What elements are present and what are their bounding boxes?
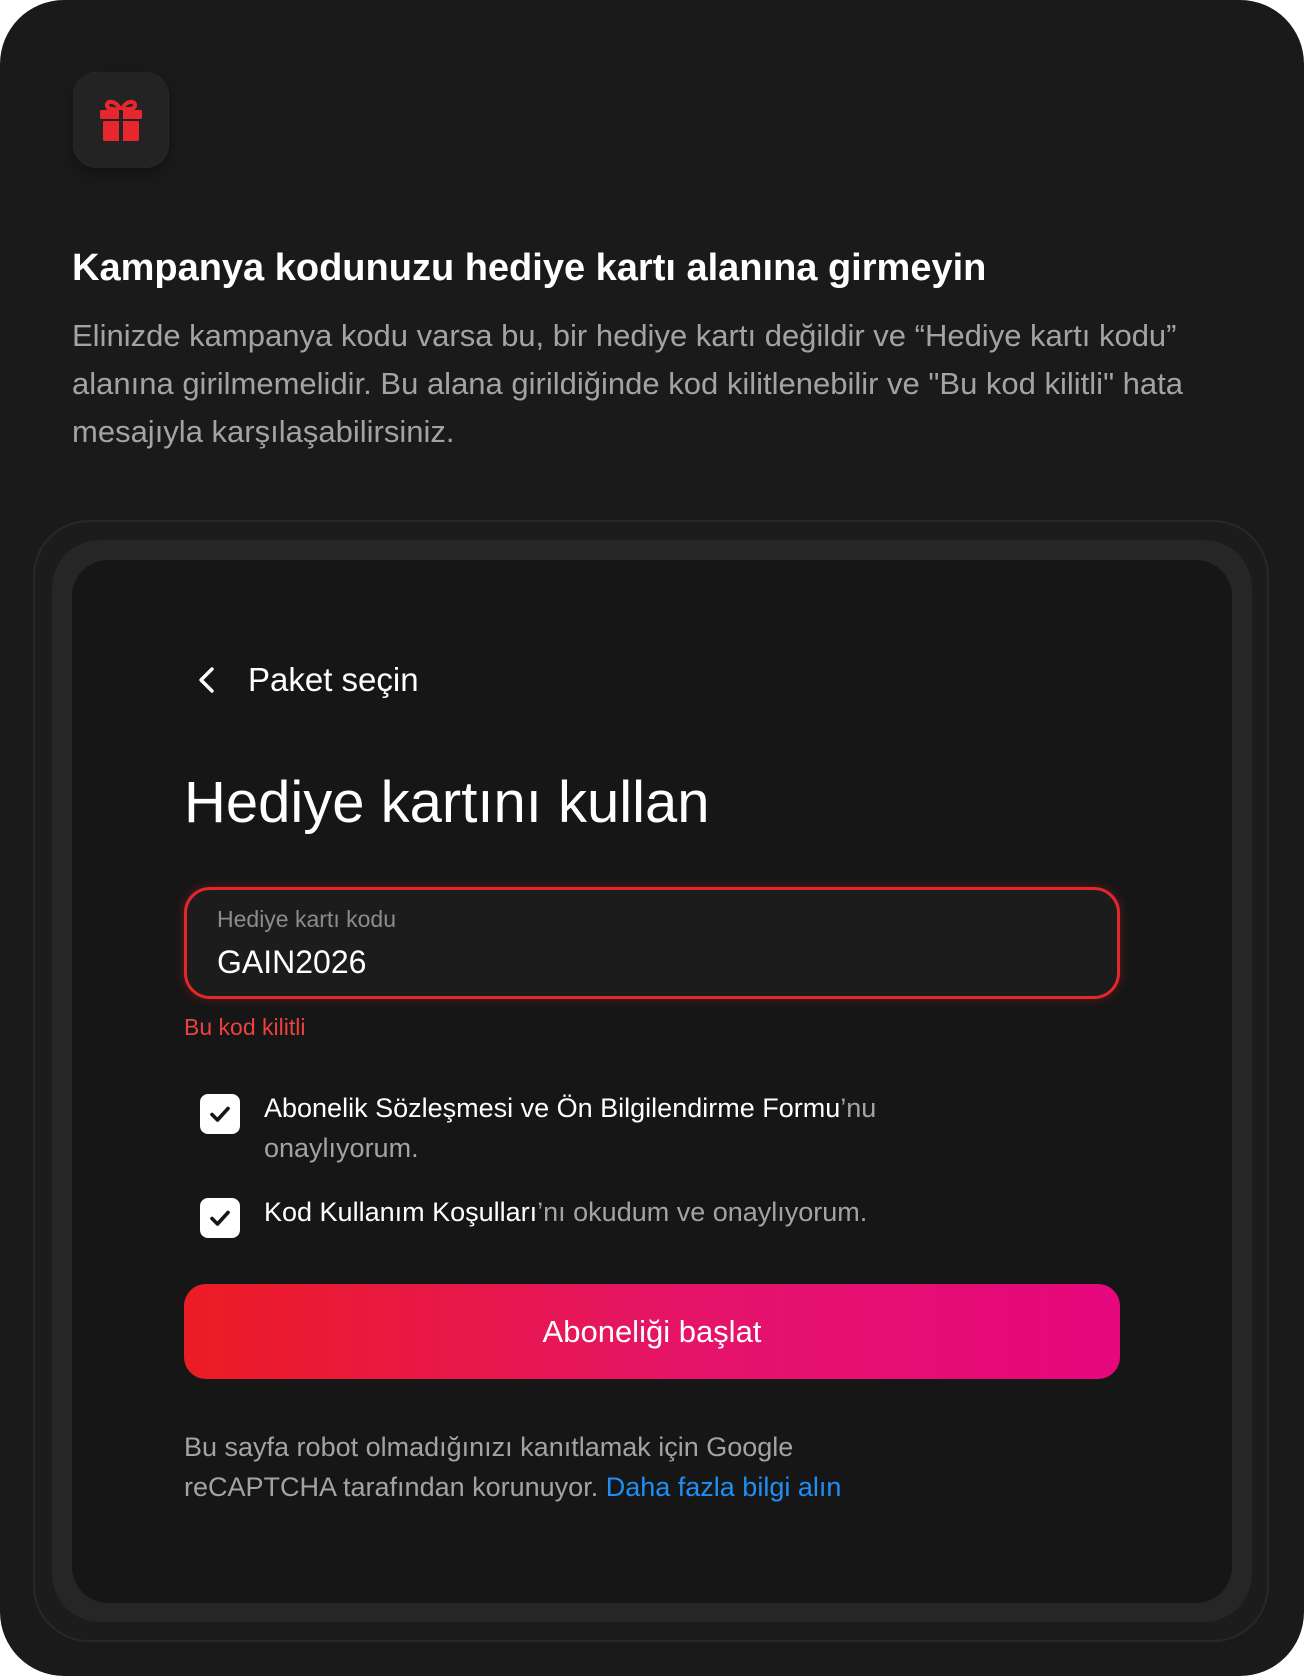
consent-text: Kod Kullanım Koşulları’nı okudum ve onay… — [264, 1192, 1084, 1232]
gift-card-code-label: Hediye kartı kodu — [217, 906, 396, 932]
subscription-agreement-checkbox[interactable] — [200, 1094, 240, 1134]
start-subscription-button[interactable]: Aboneliği başlat — [184, 1284, 1120, 1379]
code-terms-checkbox[interactable] — [200, 1198, 240, 1238]
subscription-agreement-link[interactable]: Abonelik Sözleşmesi ve Ön Bilgilendirme … — [264, 1093, 840, 1123]
page-title: Hediye kartını kullan — [184, 770, 710, 835]
code-terms-link[interactable]: Kod Kullanım Koşulları — [264, 1197, 537, 1227]
gift-card-code-field: Hediye kartı kodu — [184, 887, 1120, 999]
promo-code-warning-card: Kampanya kodunuzu hediye kartı alanına g… — [0, 0, 1304, 1676]
info-title: Kampanya kodunuzu hediye kartı alanına g… — [72, 247, 987, 289]
gift-card-code-input[interactable] — [215, 940, 1089, 984]
back-button[interactable]: Paket seçin — [190, 656, 419, 704]
checkmark-icon — [206, 1100, 234, 1128]
recaptcha-notice: Bu sayfa robot olmadığınızı kanıtlamak i… — [184, 1427, 944, 1507]
gift-icon — [95, 94, 147, 146]
consent-text: Abonelik Sözleşmesi ve Ön Bilgilendirme … — [264, 1088, 964, 1168]
learn-more-link[interactable]: Daha fazla bilgi alın — [606, 1472, 842, 1502]
checkmark-icon — [206, 1204, 234, 1232]
chevron-left-icon — [190, 662, 226, 698]
consent-suffix: ’nı okudum ve onaylıyorum. — [537, 1197, 868, 1227]
info-description: Elinizde kampanya kodu varsa bu, bir hed… — [72, 318, 1184, 449]
back-button-label: Paket seçin — [248, 661, 419, 698]
gift-badge — [74, 73, 168, 167]
error-message: Bu kod kilitli — [184, 1014, 306, 1040]
